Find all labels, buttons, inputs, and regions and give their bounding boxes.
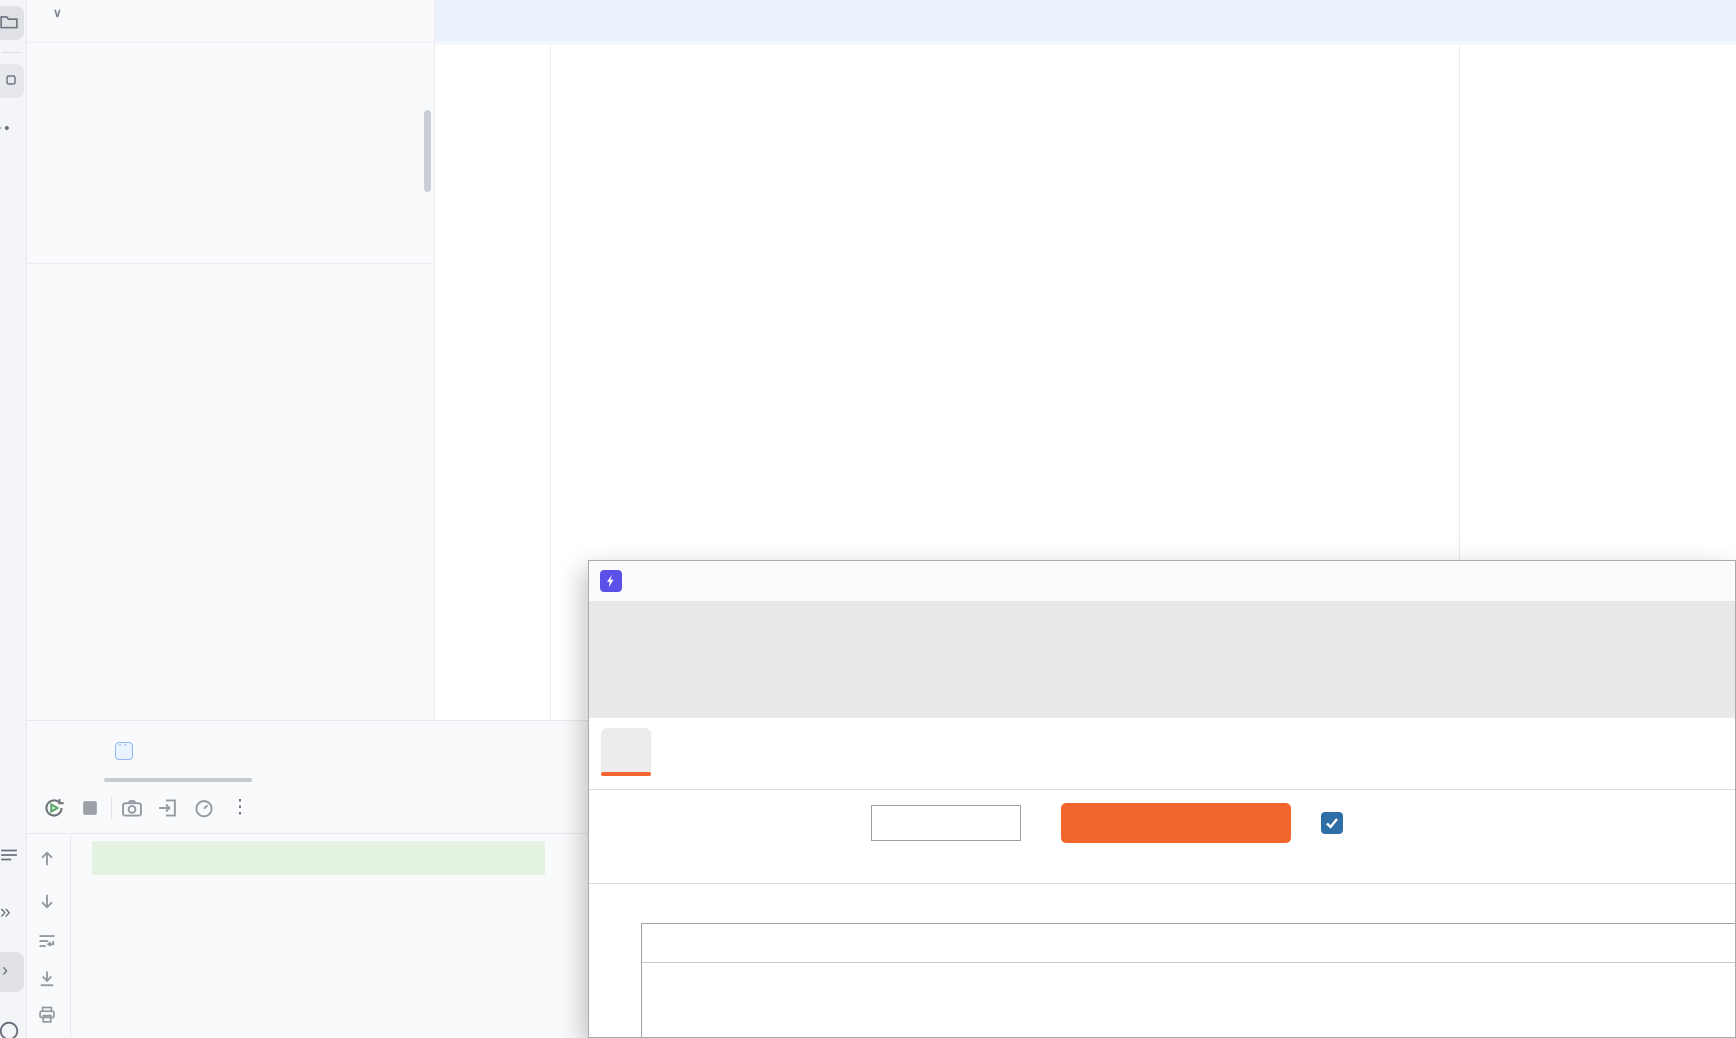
printer-icon[interactable]: [37, 1005, 57, 1025]
arrow-up-icon[interactable]: [37, 849, 57, 869]
run-tab-underline: [104, 778, 252, 782]
rerun-icon[interactable]: [43, 797, 65, 819]
chevron-right-icon: ›: [2, 960, 8, 981]
burp-tab-row-1: [589, 601, 1736, 646]
divider: [27, 42, 434, 43]
scroll-to-end-icon[interactable]: [37, 969, 57, 989]
window-icon: [2, 72, 18, 88]
project-panel: ∨: [27, 0, 435, 720]
jump-to-icon[interactable]: [157, 797, 179, 819]
divider: [589, 883, 1735, 884]
current-line-highlight: [435, 0, 1736, 42]
project-panel-title[interactable]: ∨: [45, 6, 62, 20]
collaborator-results-table: [641, 923, 1736, 1038]
divider: [27, 263, 434, 264]
soft-wrap-icon[interactable]: [37, 931, 57, 951]
burp-menu-bar: [589, 561, 1735, 601]
collaborator-tab-1[interactable]: [601, 728, 651, 776]
console-gutter-divider: [70, 833, 71, 1038]
console-command-line[interactable]: [92, 841, 545, 875]
table-header-divider: [642, 962, 1736, 963]
camera-icon[interactable]: [121, 797, 143, 819]
more-icon[interactable]: ••: [0, 120, 13, 137]
circle-icon[interactable]: [0, 1020, 20, 1038]
chevron-down-icon: ∨: [53, 6, 62, 20]
run-tab[interactable]: [115, 729, 149, 773]
stripe-divider: [2, 52, 20, 53]
gutter-separator: [550, 44, 551, 720]
payloads-count-input[interactable]: [871, 805, 1021, 841]
arrow-down-icon[interactable]: [37, 891, 57, 911]
include-server-checkbox[interactable]: [1321, 812, 1343, 834]
burp-window: [588, 560, 1736, 1038]
collaborator-tab-underline: [601, 772, 651, 776]
project-scrollbar[interactable]: [424, 110, 431, 192]
kebab-menu-icon[interactable]: ⋮: [229, 797, 251, 819]
gauge-icon[interactable]: [193, 797, 215, 819]
burp-tab-row-2: [589, 646, 1736, 682]
screen: •• » › ∨: [0, 0, 1736, 1038]
stop-icon[interactable]: [79, 797, 101, 819]
tool-window-stripe: •• » ›: [0, 0, 27, 1038]
divider: [589, 789, 1735, 790]
burp-tab-row-3: [589, 682, 1736, 718]
console-icon: [115, 742, 133, 760]
folder-icon: [0, 13, 18, 31]
menu-lines-icon[interactable]: [0, 846, 18, 864]
toolbar-divider: [111, 797, 112, 819]
double-chevron-icon[interactable]: »: [0, 902, 11, 924]
burp-logo-icon: [600, 570, 622, 592]
copy-to-clipboard-button[interactable]: [1061, 803, 1291, 843]
